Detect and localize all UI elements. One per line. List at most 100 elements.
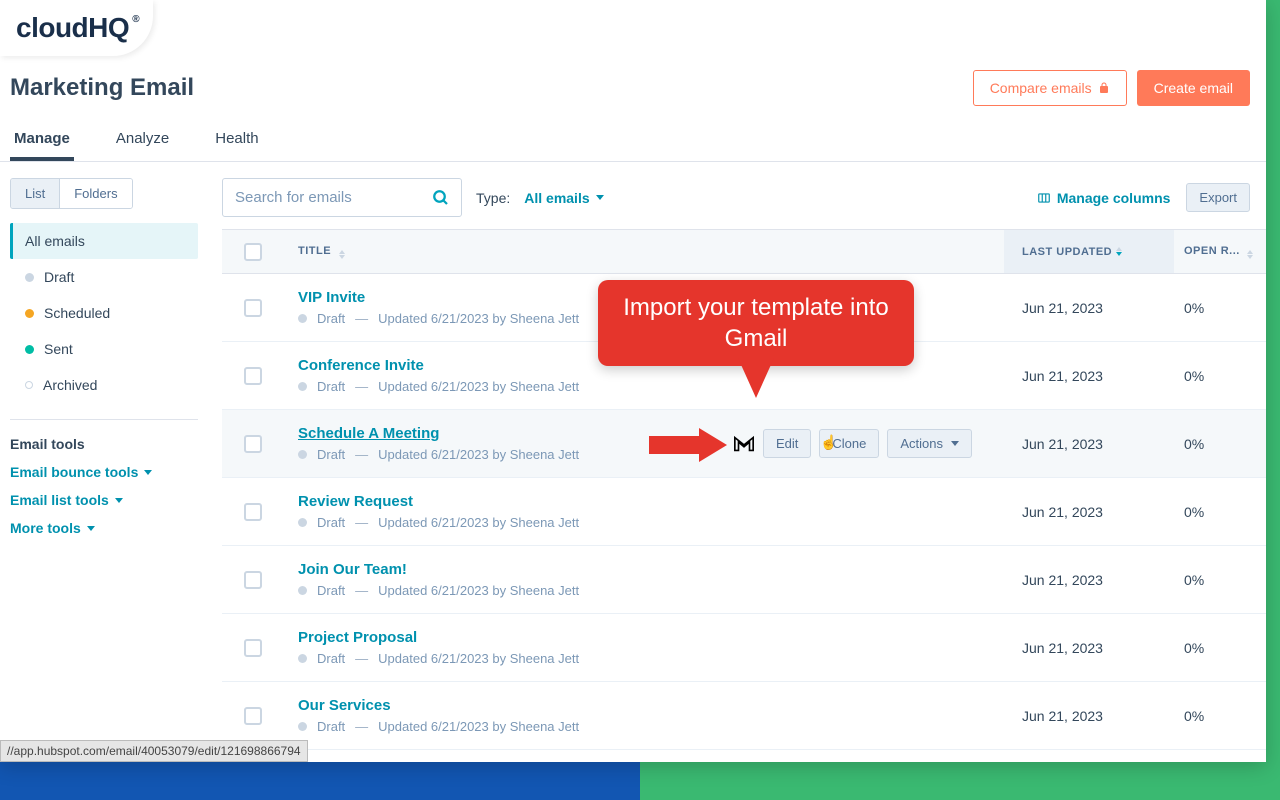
updated-by-label: Updated 6/21/2023 by Sheena Jett [378,651,579,666]
open-rate-cell: 0% [1174,368,1266,384]
status-dot [25,381,33,389]
page-title: Marketing Email [10,74,194,102]
email-title-link[interactable]: Conference Invite [298,357,424,374]
row-checkbox[interactable] [244,367,262,385]
annotation-callout: Import your template into Gmail [598,280,914,366]
type-filter[interactable]: All emails [524,190,603,206]
row-checkbox[interactable] [244,503,262,521]
table-header: TITLE LAST UPDATED OPEN R... [222,230,1266,274]
logo: cloudHQ® [0,0,153,56]
row-checkbox[interactable] [244,639,262,657]
actions-button[interactable]: Actions [887,429,972,458]
compare-emails-button[interactable]: Compare emails [973,70,1127,106]
last-updated-cell: Jun 21, 2023 [1004,368,1174,384]
status-dot [298,654,307,663]
tool-link[interactable]: Email bounce tools [10,464,198,480]
email-title-link[interactable]: Project Proposal [298,629,417,646]
tab-analyze[interactable]: Analyze [112,120,173,161]
chevron-down-icon [115,498,123,503]
view-list[interactable]: List [11,179,59,208]
filter-scheduled[interactable]: Scheduled [10,295,198,331]
search-input[interactable] [222,178,462,217]
status-dot [298,518,307,527]
status-dot [298,450,307,459]
status-dot [298,586,307,595]
status-dot [298,722,307,731]
status-bar: //app.hubspot.com/email/40053079/edit/12… [0,740,308,762]
email-title-link[interactable]: VIP Invite [298,289,365,306]
status-dot [298,382,307,391]
last-updated-cell: Jun 21, 2023 [1004,300,1174,316]
status-label: Draft [317,447,345,462]
status-label: Draft [317,311,345,326]
tabs: Manage Analyze Health [0,106,1266,162]
table-row: Join Our Team!Draft—Updated 6/21/2023 by… [222,546,1266,614]
tools-heading: Email tools [10,436,198,452]
filter-sent[interactable]: Sent [10,331,198,367]
type-label: Type: [476,190,510,206]
table-row: Review RequestDraft—Updated 6/21/2023 by… [222,478,1266,546]
open-rate-cell: 0% [1174,300,1266,316]
column-title[interactable]: TITLE [284,245,1004,259]
tool-link[interactable]: More tools [10,520,198,536]
chevron-down-icon [951,441,959,446]
row-checkbox[interactable] [244,707,262,725]
filter-list: All emailsDraftScheduledSentArchived [10,223,198,403]
open-rate-cell: 0% [1174,572,1266,588]
filter-draft[interactable]: Draft [10,259,198,295]
last-updated-cell: Jun 21, 2023 [1004,640,1174,656]
column-open-rate[interactable]: OPEN R... [1174,245,1266,259]
email-title-link[interactable]: Review Request [298,493,413,510]
open-rate-cell: 0% [1174,504,1266,520]
status-label: Draft [317,583,345,598]
updated-by-label: Updated 6/21/2023 by Sheena Jett [378,447,579,462]
email-title-link[interactable]: Schedule A Meeting [298,425,439,442]
row-checkbox[interactable] [244,299,262,317]
email-title-link[interactable]: Join Our Team! [298,561,407,578]
search-icon[interactable] [432,189,450,207]
last-updated-cell: Jun 21, 2023 [1004,708,1174,724]
create-email-button[interactable]: Create email [1137,70,1250,106]
updated-by-label: Updated 6/21/2023 by Sheena Jett [378,379,579,394]
tab-health[interactable]: Health [211,120,262,161]
export-button[interactable]: Export [1186,183,1250,212]
chevron-down-icon [144,470,152,475]
status-label: Draft [317,515,345,530]
search-box [222,178,462,217]
lock-icon [1098,82,1110,94]
chevron-down-icon [87,526,95,531]
updated-by-label: Updated 6/21/2023 by Sheena Jett [378,515,579,530]
email-title-link[interactable]: Our Services [298,697,391,714]
annotation-arrow [649,436,699,454]
edit-button[interactable]: Edit [763,429,811,458]
status-label: Draft [317,719,345,734]
column-last-updated[interactable]: LAST UPDATED [1004,230,1174,273]
status-label: Draft [317,379,345,394]
status-dot [25,345,34,354]
status-label: Draft [317,651,345,666]
filter-all-emails[interactable]: All emails [10,223,198,259]
gmail-icon[interactable] [733,435,755,453]
view-folders[interactable]: Folders [59,179,131,208]
last-updated-cell: Jun 21, 2023 [1004,572,1174,588]
open-rate-cell: 0% [1174,436,1266,452]
open-rate-cell: 0% [1174,708,1266,724]
manage-columns-link[interactable]: Manage columns [1037,190,1171,206]
status-dot [25,273,34,282]
tab-manage[interactable]: Manage [10,120,74,161]
filter-archived[interactable]: Archived [10,367,198,403]
table-row: Project ProposalDraft—Updated 6/21/2023 … [222,614,1266,682]
columns-icon [1037,191,1051,205]
row-checkbox[interactable] [244,571,262,589]
tool-link[interactable]: Email list tools [10,492,198,508]
updated-by-label: Updated 6/21/2023 by Sheena Jett [378,311,579,326]
table-row: Schedule A MeetingDraft—Updated 6/21/202… [222,410,1266,478]
cursor-icon: ☝ [820,434,837,451]
chevron-down-icon [596,195,604,200]
open-rate-cell: 0% [1174,640,1266,656]
row-checkbox[interactable] [244,435,262,453]
status-dot [298,314,307,323]
select-all-checkbox[interactable] [244,243,262,261]
last-updated-cell: Jun 21, 2023 [1004,436,1174,452]
updated-by-label: Updated 6/21/2023 by Sheena Jett [378,583,579,598]
